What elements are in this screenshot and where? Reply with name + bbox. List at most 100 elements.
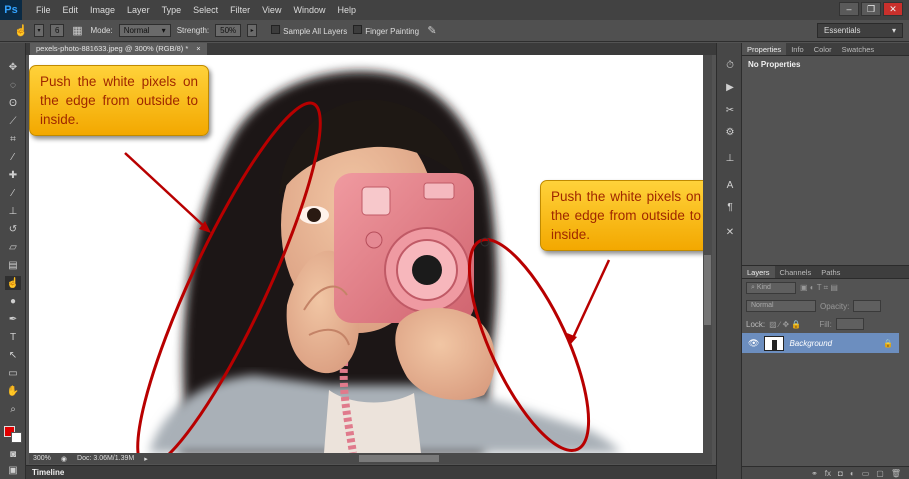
- menu-layer[interactable]: Layer: [121, 5, 156, 15]
- group-icon[interactable]: ▭: [862, 469, 870, 478]
- document-tab[interactable]: pexels-photo-881633.jpeg @ 300% (RGB/8) …: [30, 43, 207, 55]
- zoom-level[interactable]: 300%: [33, 455, 51, 462]
- brush-size-field[interactable]: 6: [50, 24, 65, 37]
- hand-tool-icon[interactable]: ✋: [5, 384, 21, 398]
- horizontal-scroll-thumb[interactable]: [359, 455, 439, 462]
- tools-icon[interactable]: ✕: [723, 225, 737, 239]
- adjustments-icon[interactable]: ⚙: [723, 125, 737, 139]
- menu-file[interactable]: File: [30, 5, 57, 15]
- sample-all-layers-checkbox[interactable]: [271, 25, 281, 34]
- smudge-tool-icon[interactable]: ☝: [5, 276, 21, 290]
- annotation-overlay: [124, 101, 611, 453]
- new-layer-icon[interactable]: ▢: [876, 469, 884, 478]
- clone-source-icon[interactable]: ⊥: [723, 151, 737, 165]
- quick-mask-icon[interactable]: ◙: [5, 447, 21, 461]
- actions-icon[interactable]: ▶: [723, 80, 737, 94]
- tab-layers[interactable]: Layers: [742, 266, 775, 278]
- finger-painting-checkbox[interactable]: [353, 25, 363, 34]
- shape-tool-icon[interactable]: ▭: [5, 366, 21, 380]
- right-panel-dock: Properties Info Color Swatches No Proper…: [742, 43, 909, 479]
- menu-window[interactable]: Window: [287, 5, 331, 15]
- lasso-tool-icon[interactable]: ʘ: [5, 96, 21, 110]
- sample-all-layers-option[interactable]: Sample All Layers: [271, 25, 347, 36]
- move-tool-icon[interactable]: ✥: [5, 60, 21, 74]
- menu-type[interactable]: Type: [156, 5, 188, 15]
- adjustment-layer-icon[interactable]: ◐: [850, 469, 855, 478]
- document-tab-bar: pexels-photo-881633.jpeg @ 300% (RGB/8) …: [26, 43, 716, 55]
- mask-icon[interactable]: ◘: [838, 469, 843, 478]
- finger-painting-option[interactable]: Finger Painting: [353, 25, 419, 36]
- search-icon: ⌕: [751, 284, 755, 291]
- tab-properties[interactable]: Properties: [742, 43, 787, 55]
- workspace-label: Essentials: [824, 26, 861, 35]
- gradient-tool-icon[interactable]: ▤: [5, 258, 21, 272]
- restore-button[interactable]: ❐: [861, 2, 881, 16]
- clone-stamp-tool-icon[interactable]: ⊥: [5, 204, 21, 218]
- brush-tool-icon[interactable]: ∕: [5, 186, 21, 200]
- tab-swatches[interactable]: Swatches: [837, 43, 880, 55]
- workspace-switcher[interactable]: Essentials ▾: [817, 23, 903, 38]
- tool-preset-dropdown[interactable]: ▾: [34, 24, 44, 37]
- tab-channels[interactable]: Channels: [775, 266, 817, 278]
- vertical-scroll-thumb[interactable]: [704, 255, 711, 325]
- layer-filter-row: ⌕ Kind ▣ ◐ T ⌗ ▤: [742, 279, 909, 297]
- fill-field[interactable]: [835, 318, 864, 330]
- vertical-scrollbar[interactable]: [703, 55, 712, 453]
- path-select-tool-icon[interactable]: ↖: [5, 348, 21, 362]
- eye-icon[interactable]: 👁: [748, 338, 759, 349]
- timeline-tab[interactable]: Timeline: [32, 468, 64, 477]
- lock-icons[interactable]: ▨ ∕ ✥ 🔒: [769, 320, 801, 329]
- paragraph-icon[interactable]: ¶: [723, 200, 737, 214]
- status-menu-arrow-icon[interactable]: ▸: [144, 455, 148, 463]
- blend-mode-dropdown[interactable]: Normal: [746, 300, 816, 312]
- pressure-icon[interactable]: ✎: [425, 24, 439, 38]
- left-ellipse: [136, 101, 322, 453]
- menu-view[interactable]: View: [256, 5, 287, 15]
- trash-icon[interactable]: 🗑: [891, 469, 901, 478]
- screen-mode-icon[interactable]: ▣: [5, 463, 21, 477]
- menu-image[interactable]: Image: [84, 5, 121, 15]
- document-tab-close-icon[interactable]: ×: [196, 44, 200, 54]
- mode-select[interactable]: Normal ▾: [118, 24, 171, 37]
- crop-tool-icon[interactable]: ⌗: [5, 132, 21, 146]
- background-color-swatch[interactable]: [11, 432, 22, 443]
- tab-color[interactable]: Color: [809, 43, 837, 55]
- layers-tab-bar: Layers Channels Paths: [742, 266, 909, 279]
- eyedropper-tool-icon[interactable]: ⁄: [5, 150, 21, 164]
- smudge-tool-icon[interactable]: ☝: [14, 24, 28, 38]
- menu-edit[interactable]: Edit: [57, 5, 85, 15]
- history-icon[interactable]: ⏱: [723, 58, 737, 72]
- quick-select-tool-icon[interactable]: ⟋: [5, 114, 21, 128]
- strength-field[interactable]: 50%: [215, 24, 242, 37]
- tool-presets-icon[interactable]: ✂: [723, 103, 737, 117]
- healing-brush-tool-icon[interactable]: ✚: [5, 168, 21, 182]
- tab-paths[interactable]: Paths: [816, 266, 845, 278]
- character-icon[interactable]: A: [723, 178, 737, 192]
- tab-info[interactable]: Info: [786, 43, 809, 55]
- pen-tool-icon[interactable]: ✒: [5, 312, 21, 326]
- menu-help[interactable]: Help: [331, 5, 362, 15]
- fill-label: Fill:: [819, 319, 832, 329]
- minimize-button[interactable]: –: [839, 2, 859, 16]
- brush-panel-icon[interactable]: ▦: [70, 24, 84, 38]
- kind-filter-dropdown[interactable]: ⌕ Kind: [746, 282, 796, 294]
- link-icon[interactable]: ⚭: [811, 469, 818, 478]
- filter-icons[interactable]: ▣ ◐ T ⌗ ▤: [800, 283, 838, 293]
- strength-slider-dropdown[interactable]: ▸: [247, 24, 258, 37]
- close-button[interactable]: ✕: [883, 2, 903, 16]
- fx-icon[interactable]: fx: [825, 469, 831, 478]
- opacity-field[interactable]: [853, 300, 882, 312]
- zoom-tool-icon[interactable]: ⌕: [5, 402, 21, 416]
- marquee-tool-icon[interactable]: ◌: [5, 78, 21, 92]
- history-brush-tool-icon[interactable]: ↺: [5, 222, 21, 236]
- type-tool-icon[interactable]: T: [5, 330, 21, 344]
- menu-filter[interactable]: Filter: [224, 5, 256, 15]
- no-properties-text: No Properties: [748, 60, 801, 69]
- eraser-tool-icon[interactable]: ▱: [5, 240, 21, 254]
- dodge-tool-icon[interactable]: ●: [5, 294, 21, 308]
- toolbox: ✥ ◌ ʘ ⟋ ⌗ ⁄ ✚ ∕ ⊥ ↺ ▱ ▤ ☝ ● ✒ T ↖ ▭ ✋ ⌕ …: [0, 43, 26, 479]
- menu-select[interactable]: Select: [187, 5, 224, 15]
- document-canvas[interactable]: Push the white pixels on the edge from o…: [29, 55, 703, 453]
- document-info-icon[interactable]: ◉: [61, 455, 67, 463]
- layer-row-background[interactable]: 👁 Background 🔒: [742, 333, 899, 353]
